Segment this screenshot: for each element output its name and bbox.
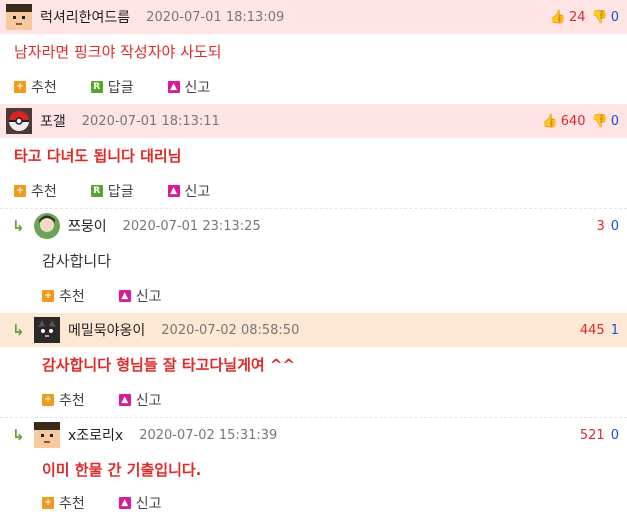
plus-icon: + [42,497,54,509]
reply-button[interactable]: R 답글 [90,77,134,97]
recommend-button[interactable]: + 추천 [42,286,85,306]
reply-button[interactable]: R 답글 [90,181,134,201]
plus-icon: + [14,185,26,197]
plus-icon: + [42,290,54,302]
vote-counts: 521 0 [580,428,619,443]
comment-date: 2020-07-01 23:13:25 [122,218,261,234]
reply-comment-item: ↳ x조로리x 2020-07-02 15:31:39 521 0 이미 한물 … [0,418,627,518]
comment-author[interactable]: 럭셔리한여드름 [40,7,130,27]
recommend-label: 추천 [59,393,85,409]
reply-label: 답글 [107,80,134,96]
report-icon: ▲ [118,394,131,406]
comment-date: 2020-07-02 08:58:50 [161,322,300,338]
recommend-label: 추천 [59,289,85,305]
report-label: 신고 [135,496,162,512]
recommend-button[interactable]: + 추천 [42,390,85,410]
upvote-count: 24 [568,9,586,25]
thumbs-down-icon[interactable]: 👎 [592,114,608,129]
thumbs-up-icon[interactable]: 👍 [542,114,558,129]
comment-author[interactable]: 포갤 [40,111,66,131]
reply-icon: R [90,81,103,93]
cat-avatar-icon[interactable] [34,317,60,343]
comment-header: 포갤 2020-07-01 18:13:11 👍 640 👎 0 [0,104,627,138]
downvote-count: 0 [610,9,619,25]
upvote-count: 521 [579,427,605,443]
vote-counts: 👍 640 👎 0 [542,114,619,129]
recommend-label: 추천 [59,496,85,512]
comment-actions: + 추천 R 답글 ▲ 신고 [0,70,627,104]
comment-actions: + 추천 ▲ 신고 [0,383,627,417]
recommend-label: 추천 [31,184,57,200]
report-button[interactable]: ▲ 신고 [167,77,211,97]
report-icon: ▲ [167,185,180,197]
plus-icon: + [42,394,54,406]
comment-author[interactable]: x조로리x [68,425,123,445]
comment-item: 럭셔리한여드름 2020-07-01 18:13:09 👍 24 👎 0 남자라… [0,0,627,104]
comment-header: ↳ 쯔뭉이 2020-07-01 23:13:25 3 0 [0,209,627,243]
report-label: 신고 [135,393,162,409]
recommend-button[interactable]: + 추천 [42,493,85,513]
report-button[interactable]: ▲ 신고 [167,181,211,201]
comment-actions: + 추천 ▲ 신고 [0,279,627,313]
comment-actions: + 추천 ▲ 신고 [0,488,627,518]
comment-date: 2020-07-01 18:13:11 [81,113,220,129]
comment-actions: + 추천 R 답글 ▲ 신고 [0,174,627,208]
comment-text: 감사합니다 형님들 잘 타고다닐게여 ^^ [42,356,296,374]
reply-arrow-icon: ↳ [12,321,25,339]
recommend-button[interactable]: + 추천 [14,77,57,97]
upvote-count: 445 [579,322,605,338]
comment-text: 감사합니다 [42,252,112,270]
upvote-count: 3 [596,218,605,234]
vote-counts: 3 0 [596,219,619,234]
upvote-count: 640 [560,113,586,129]
pixel-avatar-icon[interactable] [6,4,32,30]
report-button[interactable]: ▲ 신고 [118,286,162,306]
vote-counts: 445 1 [580,323,619,338]
comment-date: 2020-07-02 15:31:39 [139,427,278,443]
reply-label: 답글 [107,184,134,200]
plus-icon: + [14,81,26,93]
comment-author[interactable]: 쯔뭉이 [68,216,107,236]
comment-header: 럭셔리한여드름 2020-07-01 18:13:09 👍 24 👎 0 [0,0,627,34]
comment-header: ↳ x조로리x 2020-07-02 15:31:39 521 0 [0,418,627,452]
recommend-label: 추천 [31,80,57,96]
report-button[interactable]: ▲ 신고 [118,390,162,410]
report-label: 신고 [135,289,162,305]
reply-arrow-icon: ↳ [12,426,25,444]
pixel-avatar-icon[interactable] [34,422,60,448]
downvote-count: 0 [610,218,619,234]
comment-header: ↳ 메밀묵야옹이 2020-07-02 08:58:50 445 1 [0,313,627,347]
comment-text: 타고 다녀도 됩니다 대리님 [14,147,182,165]
report-icon: ▲ [167,81,180,93]
reply-comment-item: ↳ 메밀묵야옹이 2020-07-02 08:58:50 445 1 감사합니다… [0,313,627,417]
comment-author[interactable]: 메밀묵야옹이 [68,320,145,340]
girl-avatar-icon[interactable] [34,213,60,239]
reply-icon: R [90,185,103,197]
recommend-button[interactable]: + 추천 [14,181,57,201]
downvote-count: 0 [610,427,619,443]
report-label: 신고 [184,80,211,96]
comment-text: 이미 한물 간 기출입니다. [42,461,202,479]
report-icon: ▲ [118,290,131,302]
downvote-count: 1 [610,322,619,338]
comment-date: 2020-07-01 18:13:09 [146,9,285,25]
reply-arrow-icon: ↳ [12,217,25,235]
report-label: 신고 [184,184,211,200]
report-icon: ▲ [118,497,131,509]
thumbs-up-icon[interactable]: 👍 [550,10,566,25]
comment-text: 남자라면 핑크야 작성자야 사도되 [14,43,222,61]
downvote-count: 0 [610,113,619,129]
report-button[interactable]: ▲ 신고 [118,493,162,513]
pokeball-avatar-icon[interactable] [6,108,32,134]
thumbs-down-icon[interactable]: 👎 [592,10,608,25]
comment-item: 포갤 2020-07-01 18:13:11 👍 640 👎 0 타고 다녀도 … [0,104,627,208]
vote-counts: 👍 24 👎 0 [550,10,619,25]
reply-comment-item: ↳ 쯔뭉이 2020-07-01 23:13:25 3 0 감사합니다 + 추천 … [0,209,627,313]
